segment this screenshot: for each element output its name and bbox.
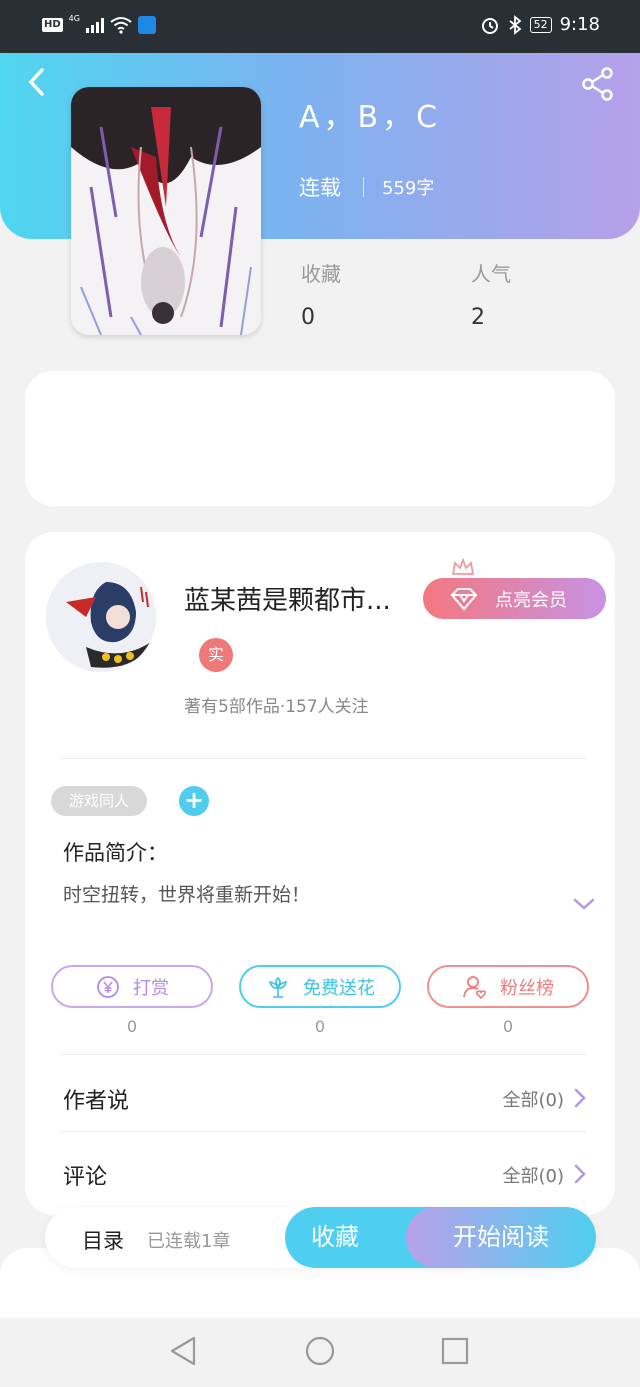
nav-home-icon[interactable] [305, 1335, 335, 1367]
book-title: A，B，C [299, 100, 442, 135]
bluetooth-icon [509, 14, 522, 35]
stat-label: 收藏 [301, 262, 341, 286]
comments-title: 评论 [63, 1165, 108, 1190]
wifi-icon [110, 17, 132, 34]
chevron-right-icon[interactable] [573, 1163, 587, 1185]
author-says-all-link[interactable]: 全部(0) [503, 1086, 565, 1112]
table-of-contents-button[interactable]: 目录 [82, 1225, 124, 1255]
intro-title: 作品简介： [63, 841, 168, 865]
intro-text: 时空扭转，世界将重新开始！ [63, 884, 311, 906]
stat-favorites: 收藏 0 [301, 258, 341, 330]
tip-button[interactable]: 打赏 [51, 965, 213, 1008]
avatar-artwork [46, 562, 156, 672]
tag-chip[interactable]: 游戏同人 [51, 786, 147, 816]
battery-icon: 52 [529, 16, 552, 33]
chevron-right-icon[interactable] [573, 1087, 587, 1109]
fan-rank-label: 粉丝榜 [500, 977, 554, 999]
empty-card [25, 371, 615, 506]
verified-badge: 实 [199, 638, 233, 672]
comments-all-link[interactable]: 全部(0) [503, 1162, 565, 1188]
yen-coin-icon [97, 975, 119, 998]
chapter-count: 已连载1章 [147, 1231, 231, 1252]
hd-icon: HD [42, 18, 63, 32]
serial-status: 连载 [299, 176, 341, 200]
signal-icon [85, 17, 104, 33]
divider [60, 1054, 586, 1055]
chevron-down-icon[interactable] [572, 896, 596, 912]
clock: 9:18 [559, 14, 600, 35]
user-heart-icon [463, 975, 487, 999]
crown-icon [451, 558, 475, 575]
fan-count: 0 [502, 1017, 514, 1036]
stat-value: 0 [301, 305, 315, 330]
send-flower-label: 免费送花 [303, 977, 375, 999]
stat-popularity: 人气 2 [471, 258, 511, 330]
start-reading-button[interactable]: 开始阅读 [406, 1207, 596, 1268]
author-says-title: 作者说 [63, 1089, 130, 1114]
alarm-icon [481, 17, 498, 34]
tip-label: 打赏 [133, 977, 169, 999]
shield-icon [137, 16, 156, 34]
author-avatar[interactable] [46, 562, 156, 672]
tip-count: 0 [126, 1017, 138, 1036]
diamond-icon [450, 588, 478, 611]
stat-value: 2 [471, 305, 485, 330]
flower-icon [268, 976, 288, 998]
share-icon [582, 67, 613, 101]
author-stats: 著有5部作品·157人关注 [184, 697, 369, 717]
fan-rank-button[interactable]: 粉丝榜 [427, 965, 589, 1008]
add-tag-button[interactable]: + [179, 786, 209, 816]
vip-button-label: 点亮会员 [495, 589, 567, 611]
back-button[interactable] [22, 66, 54, 98]
nav-back-icon[interactable] [168, 1335, 198, 1367]
meta-divider [363, 177, 364, 197]
book-meta: 连载 559字 [299, 172, 434, 202]
word-count: 559字 [382, 178, 435, 199]
send-flower-button[interactable]: 免费送花 [239, 965, 401, 1008]
book-cover[interactable] [71, 87, 261, 335]
nav-recents-icon[interactable] [440, 1335, 470, 1367]
cover-artwork [71, 87, 261, 335]
divider [60, 758, 586, 759]
stat-label: 人气 [471, 262, 511, 286]
author-name[interactable]: 蓝某茜是颗都市... [184, 580, 391, 617]
chevron-left-icon [28, 68, 44, 96]
share-button[interactable] [580, 66, 616, 102]
status-bar: HD 4G 52 9:18 [0, 0, 640, 53]
flower-count: 0 [314, 1017, 326, 1036]
network-type: 4G [68, 14, 80, 23]
divider [60, 1131, 586, 1132]
